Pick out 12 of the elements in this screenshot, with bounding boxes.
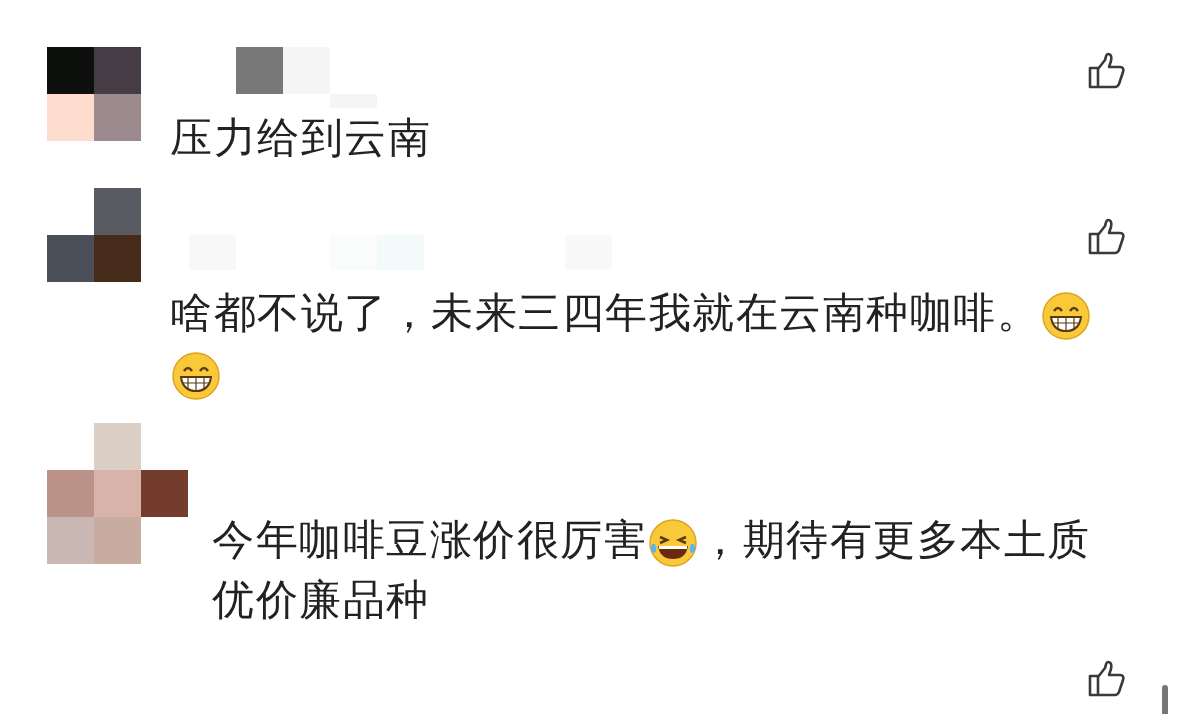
scrollbar[interactable] <box>1162 685 1168 714</box>
thumbs-up-icon[interactable] <box>1088 660 1126 698</box>
comment-text: ，期待有更多本土质 <box>699 514 1091 566</box>
thumbs-up-icon[interactable] <box>1088 52 1126 90</box>
comment-text: 啥都不说了，未来三四年我就在云南种咖啡。 <box>170 287 1040 339</box>
comment-text: 压力给到云南 <box>170 112 431 164</box>
comment-text: 今年咖啡豆涨价很厉害 <box>212 514 647 566</box>
laughing-tears-icon <box>648 517 698 568</box>
thumbs-up-icon[interactable] <box>1088 218 1126 256</box>
comment-text: 优价廉品种 <box>212 574 430 626</box>
grinning-face-icon <box>171 350 221 401</box>
grinning-face-icon <box>1041 290 1091 341</box>
